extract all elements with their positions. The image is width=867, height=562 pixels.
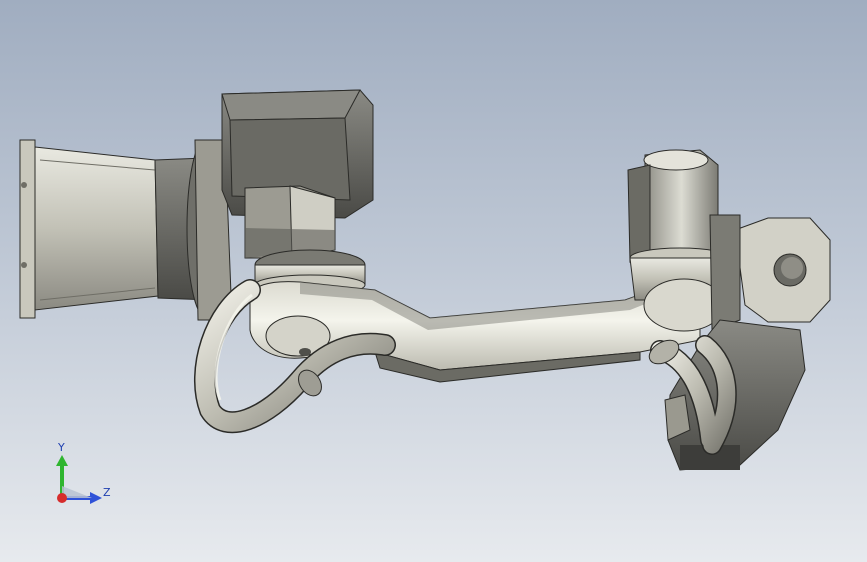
wrist-housing[interactable] — [709, 214, 831, 331]
z-axis-label: Z — [103, 486, 111, 499]
coordinate-triad: Y Z — [40, 438, 130, 518]
graphics-viewport[interactable]: Y Z — [0, 0, 867, 562]
y-axis-label: Y — [58, 441, 65, 454]
triad-axes — [56, 455, 102, 504]
base-motor[interactable] — [19, 139, 159, 319]
base-flange[interactable] — [154, 139, 233, 321]
robot-arm-model[interactable] — [0, 0, 867, 562]
y-axis-arrow — [56, 455, 68, 466]
hex-joint[interactable] — [244, 185, 336, 259]
x-axis-dot — [57, 493, 67, 503]
